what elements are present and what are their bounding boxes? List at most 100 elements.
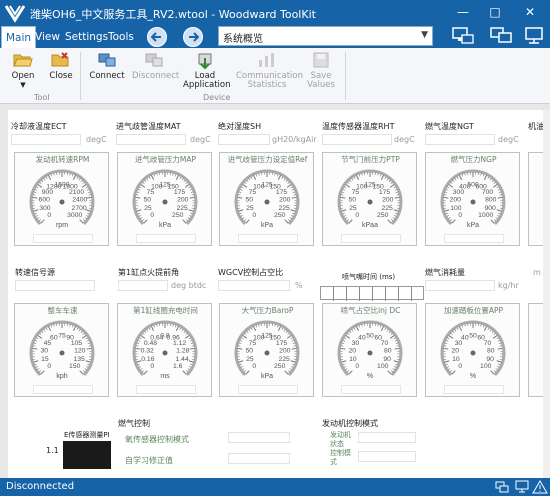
gauge-tick (137, 339, 141, 342)
gauge-tick (389, 183, 395, 188)
gauge-tick (287, 219, 291, 222)
gauge-tick (393, 214, 397, 217)
gauge-tick (246, 179, 249, 183)
gauge-tick-label: 50 (366, 333, 374, 340)
gauge-tick (496, 214, 500, 217)
gauge-tick (244, 332, 247, 336)
gauge-tick (497, 339, 501, 342)
gauge-tick (355, 326, 360, 331)
menu-tools[interactable]: Tools (104, 26, 138, 48)
monitor-icon[interactable] (452, 27, 474, 45)
statistics-label: Statistics (247, 80, 287, 90)
gauge-tick-label: 10 (349, 356, 357, 363)
gauge-tick (497, 347, 503, 350)
gauge-tick (135, 194, 139, 196)
vertical-scrollbar[interactable] (543, 110, 550, 478)
gauge-tick (183, 179, 186, 183)
gauge-tick (291, 339, 295, 342)
gauge-tick (237, 345, 241, 347)
gauge-tick (191, 358, 195, 360)
menu-view[interactable]: View (31, 26, 64, 48)
gauge-tick (461, 173, 464, 177)
gauge-tick (293, 194, 297, 196)
gauge-tick (243, 370, 247, 373)
gauge-tick (390, 219, 394, 222)
gauge-tick (76, 176, 79, 179)
gauge-tick (341, 191, 345, 193)
gauge-tick-label: 25 (144, 205, 152, 212)
gauge-tick-label: 600 (39, 197, 51, 204)
gauge-tick (358, 324, 361, 328)
gauge-tick (284, 370, 289, 375)
warning-icon (532, 480, 548, 494)
gauge-tick (174, 324, 177, 328)
connect-button[interactable]: Connect (88, 48, 126, 92)
gauge-tick (88, 358, 92, 360)
gauge-tick (451, 370, 456, 375)
gauge-tick (32, 345, 36, 347)
gauge-tick (448, 368, 451, 371)
gauge-tick (379, 324, 382, 328)
open-button[interactable]: Open ▼ (6, 48, 40, 92)
gauge-tick (80, 179, 83, 183)
gauge-tick (343, 365, 347, 368)
dual-monitor-icon[interactable] (490, 27, 512, 45)
gauge-tick-label: 250 (172, 212, 184, 219)
disconnect-button[interactable]: Disconnect (132, 48, 179, 92)
page-selector[interactable]: 系统概览 ▼ (218, 26, 433, 46)
communication-statistics-button[interactable]: Communication Statistics (236, 48, 303, 92)
gauge-tick (454, 178, 457, 181)
gauge-tick (239, 188, 243, 191)
gauge-unit: rpm (56, 222, 68, 229)
app-gauge: 加速踏板位置APP 0 10 20 30 40 50 60 70 80 90 100% (425, 303, 520, 397)
maximize-button[interactable]: □ (484, 2, 506, 22)
gauge-tick-label: 225 (381, 205, 393, 212)
forward-button[interactable] (183, 27, 203, 47)
close-button[interactable]: Close (46, 48, 76, 92)
gauge-tick (396, 194, 400, 196)
spark-advance-unit: deg btdc (171, 281, 207, 290)
gauge-tick (281, 176, 284, 179)
gauge-tick (33, 191, 37, 193)
vehicle-speed-gauge: 整车车速 0 15 30 45 60 75 90 105 120 135 150 kph (14, 303, 109, 397)
gauge-tick (140, 217, 143, 220)
gauge-tick-label: 300 (39, 205, 51, 212)
gauge-tick (499, 194, 503, 196)
minimize-button[interactable]: — (452, 2, 474, 22)
gauge-tick (291, 347, 297, 350)
gauge-tick (85, 186, 88, 189)
gauge-tick (283, 329, 286, 332)
gauge-tick (283, 178, 286, 181)
gauge-tick (388, 330, 391, 334)
gauge-tick (289, 217, 292, 220)
gauge-tick (293, 207, 297, 209)
save-values-button[interactable]: Save Values (303, 48, 339, 92)
save-icon (313, 52, 329, 68)
dropdown-arrow-icon: ▼ (20, 81, 26, 89)
gauge-hub (367, 199, 373, 205)
network-monitor-icon[interactable] (524, 27, 546, 45)
gauge-tick (36, 337, 39, 340)
gauge-tick (140, 334, 146, 339)
gauge-tick (86, 188, 90, 191)
row-index: 1.1 (46, 446, 59, 455)
load-application-button[interactable]: Load Application (183, 48, 231, 92)
gauge-tick (496, 186, 499, 189)
gauge-tick (32, 196, 38, 199)
gauge-hub (264, 350, 270, 356)
back-button[interactable] (147, 27, 167, 47)
close-window-button[interactable]: ✕ (519, 2, 541, 22)
gauge-tick (239, 339, 243, 342)
gauge-tick (361, 173, 363, 176)
rpm-gauge: 发动机转速RPM 0 300 600 900 1200 1500 1800 2100 2400 27… (14, 152, 109, 246)
gauge-tick-label: 150 (69, 363, 81, 370)
gauge-tick (43, 178, 46, 181)
gauge-tick (82, 219, 86, 222)
gauge-tick-label: 175 (276, 189, 288, 196)
gauge-tick (41, 330, 44, 334)
engine-state-value (358, 432, 416, 443)
gauge-tick (33, 342, 37, 344)
gauge-tick (172, 173, 174, 176)
gauge-tick (185, 181, 188, 185)
gauge-dial: 0255075100125150175200225250kPaa (337, 169, 403, 229)
